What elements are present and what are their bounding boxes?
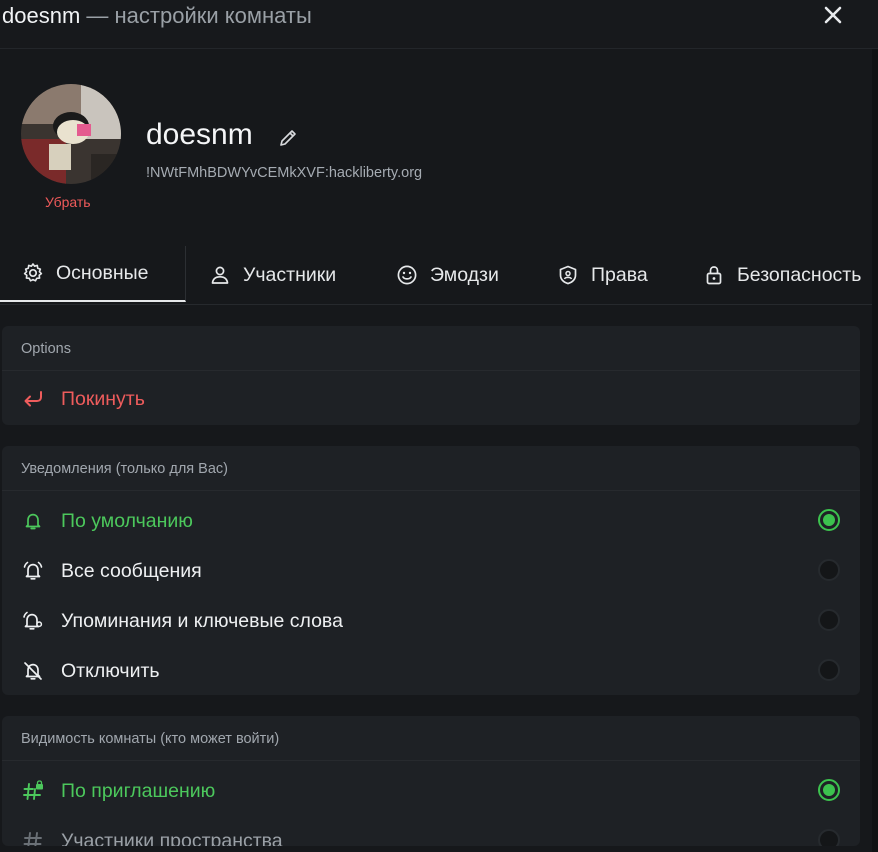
visibility-option-space-label: Участники пространства xyxy=(61,830,283,846)
dialog-title-room: doesnm xyxy=(2,3,81,28)
room-profile: Убрать doesnm !NWtFMhBDWYvCEMkXVF:hackli… xyxy=(0,48,872,246)
notif-mentions-radio[interactable] xyxy=(818,609,840,631)
window-edge xyxy=(872,0,878,852)
notif-option-mute-label: Отключить xyxy=(61,660,160,682)
close-button[interactable] xyxy=(822,4,844,26)
dialog-header: doesnm — настройки комнаты xyxy=(0,0,878,49)
notif-option-mentions[interactable]: Упоминания и ключевые слова xyxy=(2,596,860,646)
bell-icon xyxy=(25,513,41,530)
tab-security-label: Безопасность xyxy=(737,263,862,286)
visibility-option-invite-label: По приглашению xyxy=(61,780,216,802)
hash-icon xyxy=(23,832,42,846)
notif-all-radio[interactable] xyxy=(818,559,840,581)
smile-icon xyxy=(397,265,417,285)
notif-option-mute[interactable]: Отключить xyxy=(2,646,860,695)
notif-option-all[interactable]: Все сообщения xyxy=(2,546,860,596)
notif-option-mentions-label: Упоминания и ключевые слова xyxy=(61,610,343,632)
shield-icon xyxy=(559,265,577,285)
notif-option-default-label: По умолчанию xyxy=(61,510,193,532)
room-name: doesnm xyxy=(146,118,253,151)
tab-permissions-label: Права xyxy=(591,263,648,286)
leave-room-label: Покинуть xyxy=(61,388,145,410)
notif-option-all-label: Все сообщения xyxy=(61,560,202,582)
bell-mention-icon xyxy=(23,611,43,630)
dialog-title-suffix: — настройки комнаты xyxy=(80,3,312,28)
visibility-option-space[interactable]: Участники пространства xyxy=(2,816,860,846)
options-heading: Options xyxy=(2,326,860,371)
options-section: Options Покинуть xyxy=(2,326,860,425)
leave-arrow-icon xyxy=(24,391,42,407)
notif-mute-radio[interactable] xyxy=(818,659,840,681)
bell-off-icon xyxy=(24,662,42,680)
tab-permissions[interactable]: Права xyxy=(557,246,648,304)
tab-emoji-label: Эмодзи xyxy=(430,263,499,286)
dialog-title: doesnm — настройки комнаты xyxy=(2,3,312,29)
tab-general[interactable]: Основные xyxy=(0,246,186,302)
tab-emoji[interactable]: Эмодзи xyxy=(396,246,499,304)
lock-icon xyxy=(706,266,722,285)
notifications-section: Уведомления (только для Вас) По умолчани… xyxy=(2,446,860,695)
close-icon xyxy=(824,6,842,24)
room-id: !NWtFMhBDWYvCEMkXVF:hackliberty.org xyxy=(146,165,423,181)
visibility-section: Видимость комнаты (кто может войти) По п… xyxy=(2,716,860,846)
tab-members[interactable]: Участники xyxy=(209,246,336,304)
user-icon xyxy=(211,266,229,284)
room-avatar[interactable] xyxy=(21,84,121,184)
notif-default-radio[interactable] xyxy=(818,509,840,531)
edit-name-button[interactable] xyxy=(278,128,298,148)
pencil-icon xyxy=(280,130,296,146)
visibility-option-invite[interactable]: По приглашению xyxy=(2,766,860,816)
tab-security[interactable]: Безопасность xyxy=(703,246,861,304)
tab-members-label: Участники xyxy=(243,263,337,286)
bell-ring-icon xyxy=(23,561,43,580)
gear-icon xyxy=(23,263,43,282)
settings-tabs: Основные Участники Эмодзи Права Безопасн… xyxy=(0,246,872,305)
visibility-heading: Видимость комнаты (кто может войти) xyxy=(2,716,860,761)
hash-lock-icon xyxy=(23,780,43,800)
notifications-heading: Уведомления (только для Вас) xyxy=(2,446,860,491)
notif-option-default[interactable]: По умолчанию xyxy=(2,496,860,546)
visibility-space-radio[interactable] xyxy=(818,829,840,846)
tab-general-label: Основные xyxy=(56,261,149,284)
leave-room-button[interactable]: Покинуть xyxy=(2,371,860,425)
remove-avatar-button[interactable]: Убрать xyxy=(45,194,91,210)
visibility-invite-radio[interactable] xyxy=(818,779,840,801)
